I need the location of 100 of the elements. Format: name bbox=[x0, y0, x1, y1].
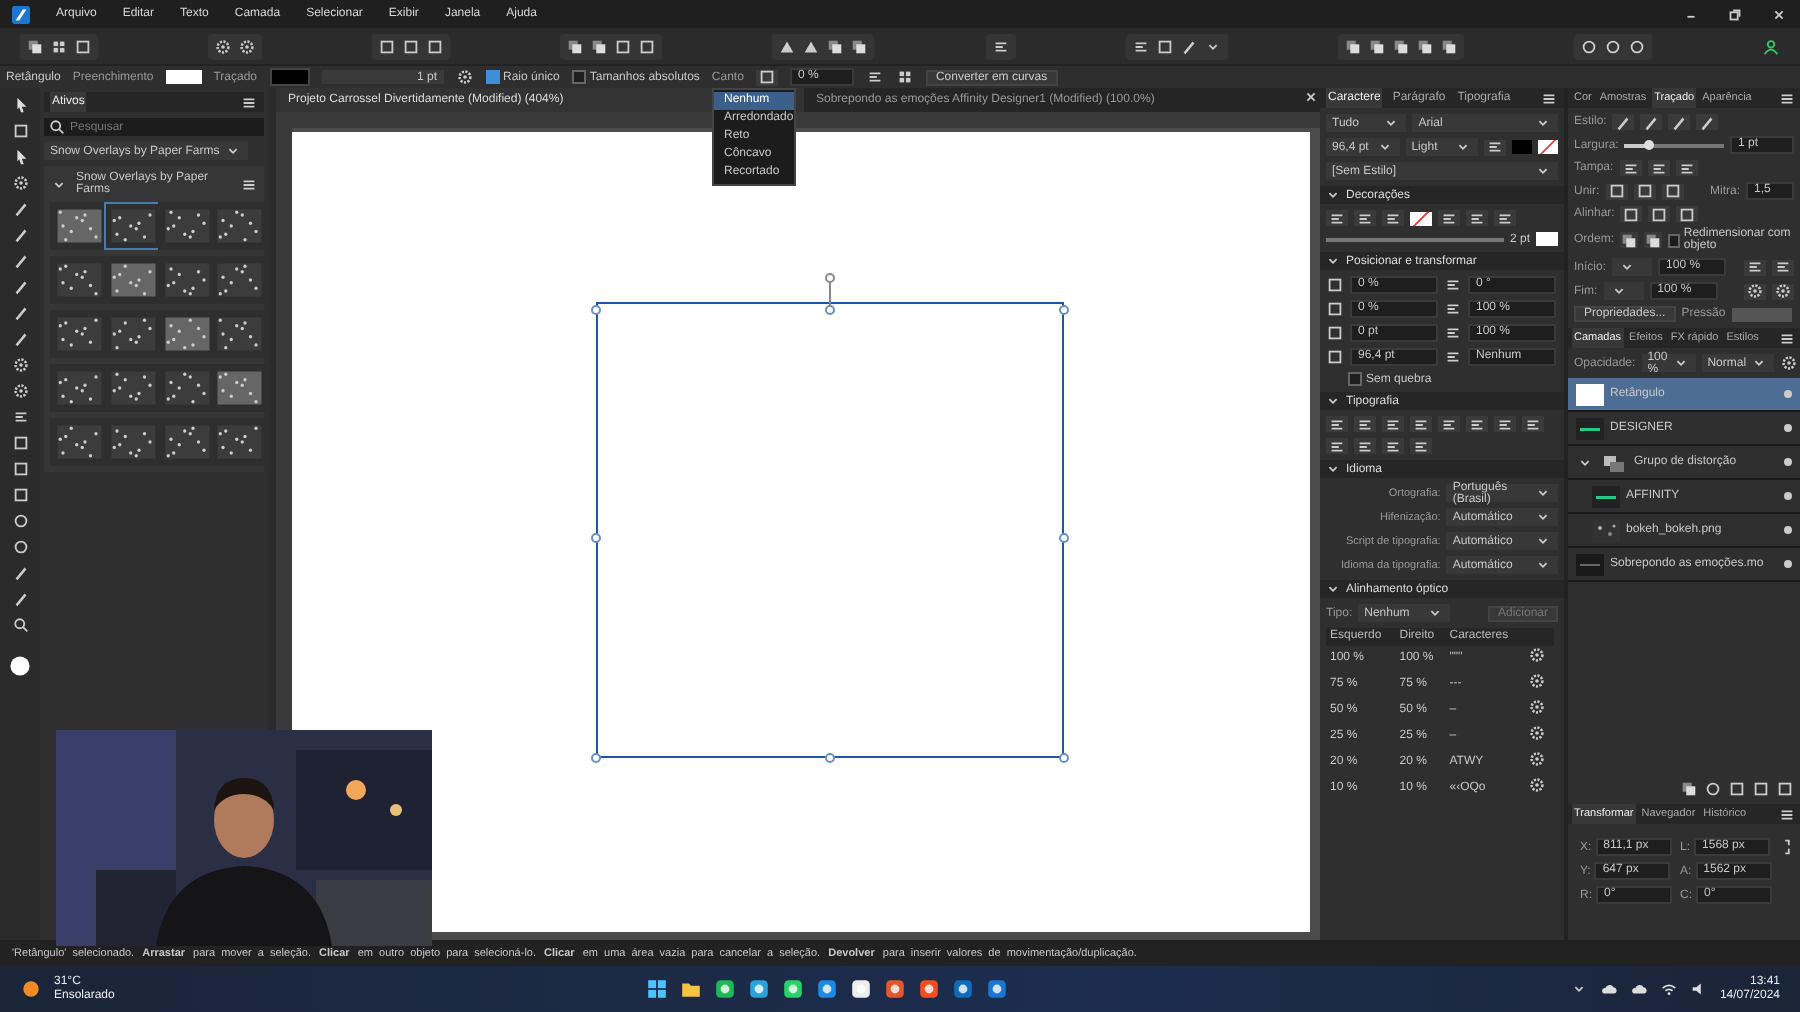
option-button[interactable] bbox=[1620, 232, 1639, 248]
option-button[interactable] bbox=[1410, 416, 1432, 432]
menu-icon[interactable] bbox=[1540, 89, 1558, 107]
option-button[interactable] bbox=[1326, 438, 1348, 454]
restore-icon[interactable] bbox=[1726, 5, 1744, 23]
option-button[interactable] bbox=[1382, 210, 1404, 226]
visibility-dot[interactable] bbox=[1784, 424, 1792, 432]
grid-icon[interactable] bbox=[50, 37, 68, 55]
asset-thumbnail[interactable] bbox=[210, 364, 270, 412]
option-button[interactable] bbox=[1494, 416, 1516, 432]
circle-icon[interactable] bbox=[11, 512, 29, 530]
option-button[interactable] bbox=[1354, 416, 1376, 432]
visibility-dot[interactable] bbox=[1784, 526, 1792, 534]
option-button[interactable] bbox=[1676, 206, 1699, 222]
asset-thumbnail[interactable] bbox=[50, 364, 109, 412]
circle-icon[interactable] bbox=[11, 538, 29, 556]
no-color-swatch[interactable] bbox=[1410, 211, 1432, 225]
fill-swatch[interactable] bbox=[165, 70, 202, 84]
square-icon[interactable] bbox=[11, 460, 29, 478]
no-color-swatch[interactable] bbox=[1538, 140, 1558, 154]
cursor-icon[interactable] bbox=[11, 96, 29, 114]
kerning-button[interactable] bbox=[1484, 139, 1506, 155]
checkbox[interactable] bbox=[485, 70, 500, 84]
grid-icon[interactable] bbox=[895, 68, 914, 86]
gear-icon[interactable] bbox=[455, 68, 474, 86]
option-button[interactable] bbox=[1772, 259, 1794, 275]
option-button[interactable] bbox=[1744, 283, 1766, 299]
checkbox[interactable] bbox=[1668, 233, 1680, 247]
option-button[interactable] bbox=[1744, 259, 1766, 275]
layers-icon[interactable] bbox=[26, 37, 44, 55]
asset-thumbnail[interactable] bbox=[50, 310, 109, 358]
app-icon[interactable] bbox=[918, 978, 941, 1000]
app-icon[interactable] bbox=[782, 978, 805, 1000]
user-icon[interactable] bbox=[1761, 37, 1780, 55]
text-color-swatch[interactable] bbox=[1512, 140, 1532, 154]
visibility-dot[interactable] bbox=[1784, 492, 1792, 500]
option-button[interactable] bbox=[1619, 160, 1642, 176]
asset-thumbnail[interactable] bbox=[50, 202, 109, 250]
layers-icon[interactable] bbox=[1680, 780, 1698, 798]
pen-icon[interactable] bbox=[1179, 37, 1198, 55]
app-icon[interactable] bbox=[850, 978, 873, 1000]
square-icon[interactable] bbox=[402, 37, 421, 55]
square-icon[interactable] bbox=[638, 37, 657, 55]
option-button[interactable] bbox=[1605, 183, 1628, 199]
option-button[interactable] bbox=[1668, 114, 1691, 130]
app-icon[interactable] bbox=[714, 978, 737, 1000]
checkbox[interactable] bbox=[1348, 372, 1362, 386]
app-icon[interactable] bbox=[952, 978, 975, 1000]
circle-icon[interactable] bbox=[1704, 780, 1722, 798]
asset-thumbnail[interactable] bbox=[50, 418, 109, 466]
asset-thumbnail[interactable] bbox=[50, 256, 109, 304]
menu-icon[interactable] bbox=[1778, 89, 1796, 107]
visibility-dot[interactable] bbox=[1784, 560, 1792, 568]
square-icon[interactable] bbox=[1776, 780, 1794, 798]
asset-thumbnail[interactable] bbox=[103, 202, 163, 250]
folder-icon[interactable] bbox=[680, 978, 703, 1000]
app-icon[interactable] bbox=[748, 978, 771, 1000]
option-button[interactable] bbox=[1647, 160, 1670, 176]
option-button[interactable] bbox=[1410, 438, 1432, 454]
option-button[interactable] bbox=[1675, 160, 1698, 176]
menu-icon[interactable] bbox=[1778, 805, 1796, 823]
square-icon[interactable] bbox=[1752, 780, 1770, 798]
lines-icon[interactable] bbox=[865, 68, 884, 86]
close-icon[interactable] bbox=[1770, 5, 1788, 23]
square-icon[interactable] bbox=[11, 486, 29, 504]
corner-type-button[interactable] bbox=[755, 69, 778, 85]
circle-icon[interactable] bbox=[1627, 37, 1646, 55]
app-icon[interactable] bbox=[816, 978, 839, 1000]
option-button[interactable] bbox=[1644, 232, 1663, 248]
option-button[interactable] bbox=[1354, 438, 1376, 454]
circle-icon[interactable] bbox=[1603, 37, 1622, 55]
wifi-icon[interactable] bbox=[1659, 980, 1678, 998]
cursor-icon[interactable] bbox=[11, 148, 29, 166]
dropdown[interactable] bbox=[1603, 282, 1644, 300]
lines-icon[interactable] bbox=[1131, 37, 1150, 55]
option-button[interactable] bbox=[1696, 114, 1719, 130]
visibility-dot[interactable] bbox=[1784, 390, 1792, 398]
option-button[interactable] bbox=[1612, 114, 1635, 130]
square-icon[interactable] bbox=[614, 37, 633, 55]
asset-thumbnail[interactable] bbox=[210, 256, 270, 304]
option-button[interactable] bbox=[1326, 210, 1348, 226]
option-button[interactable] bbox=[1382, 438, 1404, 454]
option-button[interactable] bbox=[1438, 210, 1460, 226]
option-button[interactable] bbox=[1640, 114, 1663, 130]
option-button[interactable] bbox=[1382, 416, 1404, 432]
asset-thumbnail[interactable] bbox=[210, 418, 270, 466]
gear-icon[interactable] bbox=[11, 174, 29, 192]
square-icon[interactable] bbox=[74, 37, 92, 55]
close-icon[interactable] bbox=[1302, 88, 1320, 106]
checkbox[interactable] bbox=[571, 70, 586, 84]
option-button[interactable] bbox=[1354, 210, 1376, 226]
option-button[interactable] bbox=[1494, 210, 1516, 226]
color-swatch[interactable] bbox=[1536, 232, 1558, 246]
square-icon[interactable] bbox=[11, 434, 29, 452]
visibility-dot[interactable] bbox=[1784, 458, 1792, 466]
lines-icon[interactable] bbox=[991, 37, 1010, 55]
menu-icon[interactable] bbox=[1778, 329, 1796, 347]
option-button[interactable] bbox=[1633, 183, 1656, 199]
app-icon[interactable] bbox=[986, 978, 1009, 1000]
square-icon[interactable] bbox=[1155, 37, 1174, 55]
